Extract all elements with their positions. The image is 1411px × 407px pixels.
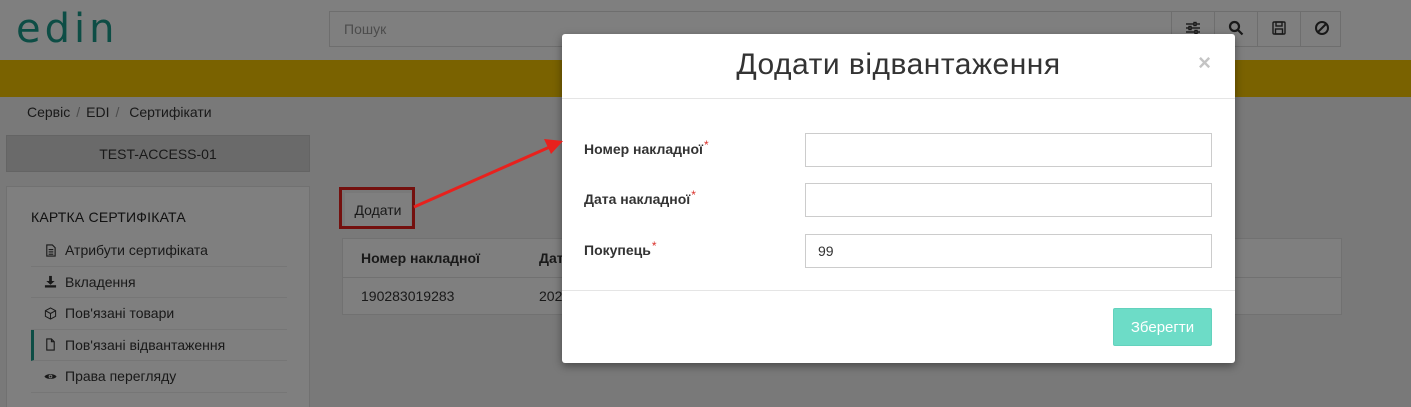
save-button[interactable]: Зберегти — [1113, 308, 1212, 346]
field-label-text: Покупець — [584, 242, 651, 258]
invoice-number-label: Номер накладної* — [584, 138, 709, 157]
required-marker: * — [651, 239, 657, 253]
invoice-date-label: Дата накладної* — [584, 188, 696, 207]
required-marker: * — [704, 138, 709, 152]
invoice-date-input[interactable] — [805, 183, 1212, 217]
modal-header: Додати відвантаження × — [562, 34, 1235, 99]
close-icon[interactable]: × — [1198, 52, 1211, 74]
modal-title: Додати відвантаження — [736, 48, 1061, 81]
invoice-number-input[interactable] — [805, 133, 1212, 167]
buyer-input[interactable] — [805, 234, 1212, 268]
field-label-text: Дата накладної — [584, 191, 691, 207]
add-shipment-modal: Додати відвантаження × Номер накладної* … — [562, 34, 1235, 363]
required-marker: * — [691, 188, 696, 202]
buyer-label: Покупець* — [584, 239, 657, 258]
field-label-text: Номер накладної — [584, 141, 703, 157]
modal-footer: Зберегти — [562, 290, 1235, 363]
